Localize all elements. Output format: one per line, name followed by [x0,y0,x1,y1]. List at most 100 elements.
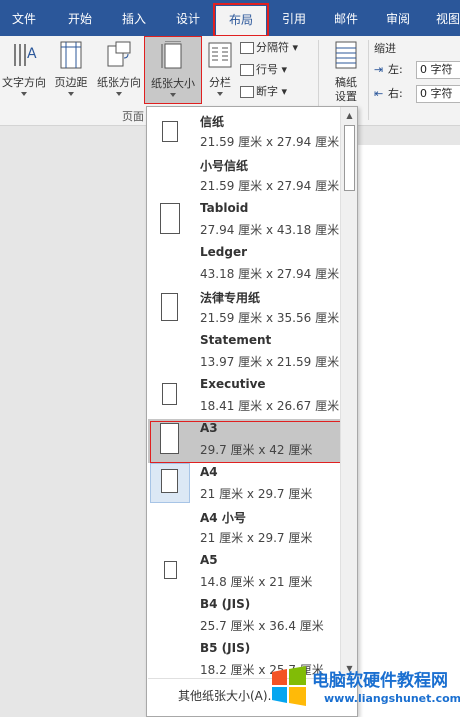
item-name: Statement [200,333,272,347]
list-item-a4[interactable]: A4 21 厘米 x 29.7 厘米 [148,463,340,507]
tab-mailings[interactable]: 邮件 [324,0,368,36]
indent-right-row: ⇤ 右: 0 字符 [374,84,460,104]
breaks-icon [240,42,254,54]
list-item-ledger[interactable]: Ledger 43.18 厘米 x 27.94 厘米 [148,243,340,287]
item-size: 43.18 厘米 x 27.94 厘米 [200,267,340,281]
paper-size-button[interactable]: 纸张大小 [144,36,202,104]
item-size: 21 厘米 x 29.7 厘米 [200,531,313,545]
hyphenation-button[interactable]: 断字 ▾ [240,82,287,102]
indent-left-label: 左: [388,63,403,76]
item-name: A3 [200,421,218,435]
line-numbers-button[interactable]: 行号 ▾ [240,60,287,80]
svg-text:A: A [27,46,37,62]
paper-size-dropdown: 信纸 21.59 厘米 x 27.94 厘米 小号信纸 21.59 厘米 x 2… [146,106,358,717]
paper-icon [162,383,177,405]
item-name: B5 (JIS) [200,641,251,655]
item-size: 29.7 厘米 x 42 厘米 [200,443,313,457]
windows-logo-icon [272,666,306,706]
line-numbers-label: 行号 [256,63,278,76]
hyphenation-label: 断字 [256,85,278,98]
chevron-down-icon [170,93,176,97]
item-name: B4 (JIS) [200,597,251,611]
item-size: 21.59 厘米 x 27.94 厘米 [200,179,340,193]
tab-view[interactable]: 视图 [428,0,460,36]
paper-icon [160,423,179,454]
item-size: 13.97 厘米 x 21.59 厘米 [200,355,340,369]
tab-design[interactable]: 设计 [166,0,210,36]
group-label-page-setup: 页面 [122,110,144,123]
indent-right-input[interactable]: 0 字符 [416,85,460,103]
document-page[interactable] [352,145,460,717]
item-size: 14.8 厘米 x 21 厘米 [200,575,313,589]
group-separator [368,40,369,120]
item-name: Tabloid [200,201,249,215]
list-item-statement[interactable]: Statement 13.97 厘米 x 21.59 厘米 [148,331,340,375]
paper-size-icon [161,41,182,69]
watermark-url: www.liangshunet.com [324,692,460,705]
margins-label: 页边距 [54,76,88,89]
list-item-letter[interactable]: 信纸 21.59 厘米 x 27.94 厘米 [148,111,340,155]
paper-size-label: 纸张大小 [151,77,195,90]
tab-file[interactable]: 文件 [4,0,44,36]
tab-layout[interactable]: 布局 [213,3,269,37]
scroll-up-icon[interactable]: ▲ [344,110,355,121]
indent-right-label: 右: [388,87,403,100]
item-name: 法律专用纸 [200,291,261,305]
item-size: 25.7 厘米 x 36.4 厘米 [200,619,324,633]
columns-button[interactable]: 分栏 [204,36,236,102]
columns-icon [208,42,232,68]
scrollbar-thumb[interactable] [344,125,355,191]
tab-references[interactable]: 引用 [272,0,316,36]
watermark: 电脑软硬件教程网 www.liangshunet.com [268,664,460,717]
item-size: 27.94 厘米 x 43.18 厘米 [200,223,340,237]
chevron-down-icon [217,92,223,96]
margins-button[interactable]: 页边距 [50,36,92,102]
list-item-tabloid[interactable]: Tabloid 27.94 厘米 x 43.18 厘米 [148,199,340,243]
item-name: A4 小号 [200,511,246,525]
item-name: Ledger [200,245,248,259]
chevron-down-icon [68,92,74,96]
paper-icon [161,293,178,321]
orientation-button[interactable]: 纸张方向 [94,36,144,102]
indent-title: 缩进 [374,42,396,55]
paper-icon [162,121,178,142]
line-numbers-icon [240,64,254,76]
item-size: 21.59 厘米 x 27.94 厘米 [200,135,340,149]
list-item-executive[interactable]: Executive 18.41 厘米 x 26.67 厘米 [148,375,340,419]
indent-right-icon: ⇤ [374,87,384,100]
list-item-a4-small[interactable]: A4 小号 21 厘米 x 29.7 厘米 [148,507,340,551]
indent-left-row: ⇥ 左: 0 字符 [374,60,460,80]
breaks-button[interactable]: 分隔符 ▾ [240,38,298,58]
text-direction-button[interactable]: A 文字方向 [0,36,48,102]
tab-review[interactable]: 审阅 [376,0,420,36]
item-size: 21 厘米 x 29.7 厘米 [200,487,313,501]
list-item-small-letter[interactable]: 小号信纸 21.59 厘米 x 27.94 厘米 [148,155,340,199]
chevron-down-icon [116,92,122,96]
orientation-icon [107,41,131,67]
tab-insert[interactable]: 插入 [112,0,156,36]
item-name: Executive [200,377,266,391]
chevron-down-icon [21,92,27,96]
dropdown-scrollbar[interactable]: ▲ ▼ [340,107,357,677]
paper-icon [164,561,177,579]
orientation-label: 纸张方向 [97,76,141,89]
ribbon-tab-bar: 文件 开始 插入 设计 布局 引用 邮件 审阅 视图 [0,0,460,37]
item-name: 小号信纸 [200,159,249,173]
tab-home[interactable]: 开始 [58,0,102,36]
indent-left-input[interactable]: 0 字符 [416,61,460,79]
text-direction-icon: A [14,44,37,66]
item-size: 21.59 厘米 x 35.56 厘米 [200,311,340,325]
watermark-title: 电脑软硬件教程网 [312,671,448,691]
margins-icon [60,41,82,69]
manuscript-label-2: 设置 [335,90,357,103]
manuscript-button[interactable]: 稿纸 设置 [326,36,366,103]
item-size: 18.41 厘米 x 26.67 厘米 [200,399,340,413]
columns-label: 分栏 [209,76,231,89]
list-item-a3[interactable]: A3 29.7 厘米 x 42 厘米 [148,419,357,463]
list-item-legal[interactable]: 法律专用纸 21.59 厘米 x 35.56 厘米 [148,287,340,331]
list-item-b4-jis[interactable]: B4 (JIS) 25.7 厘米 x 36.4 厘米 [148,595,340,639]
list-item-a5[interactable]: A5 14.8 厘米 x 21 厘米 [148,551,340,595]
hyphenation-icon [240,86,254,98]
item-name: 信纸 [200,115,225,129]
text-direction-label: 文字方向 [2,76,46,89]
